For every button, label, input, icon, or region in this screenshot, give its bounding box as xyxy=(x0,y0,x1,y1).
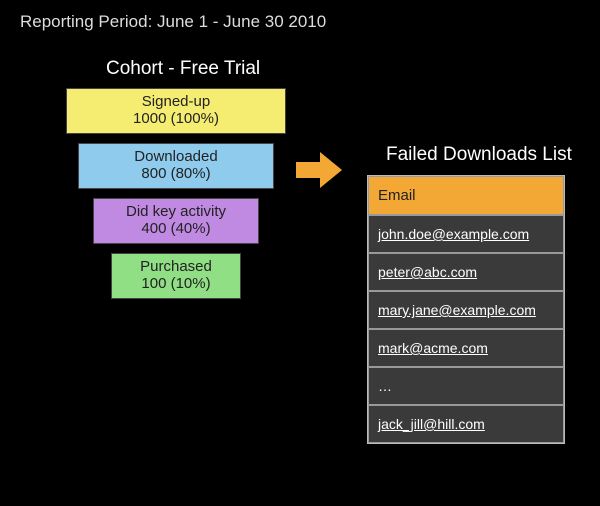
email-link[interactable]: mary.jane@example.com xyxy=(378,302,536,318)
funnel-bar-value: 400 (40%) xyxy=(94,220,258,237)
funnel-bar-value: 800 (80%) xyxy=(79,165,273,182)
arrow-icon xyxy=(296,150,344,190)
funnel-bar: Did key activity400 (40%) xyxy=(93,198,259,244)
table-row: peter@abc.com xyxy=(368,253,564,291)
email-link[interactable]: mark@acme.com xyxy=(378,340,488,356)
cohort-title: Cohort - Free Trial xyxy=(106,58,260,80)
funnel-bar-value: 1000 (100%) xyxy=(67,110,285,127)
table-row: … xyxy=(368,367,564,405)
table-row: mary.jane@example.com xyxy=(368,291,564,329)
table-header: Email xyxy=(368,176,564,215)
funnel-bar: Downloaded800 (80%) xyxy=(78,143,274,189)
email-link[interactable]: john.doe@example.com xyxy=(378,226,529,242)
email-link[interactable]: jack_jill@hill.com xyxy=(378,416,485,432)
email-link[interactable]: peter@abc.com xyxy=(378,264,477,280)
reporting-period: Reporting Period: June 1 - June 30 2010 xyxy=(20,12,326,32)
table-row: john.doe@example.com xyxy=(368,215,564,253)
table-row: mark@acme.com xyxy=(368,329,564,367)
funnel-bar-label: Purchased xyxy=(112,258,240,275)
funnel-bar: Signed-up1000 (100%) xyxy=(66,88,286,134)
funnel-bar-value: 100 (10%) xyxy=(112,275,240,292)
funnel-bar: Purchased100 (10%) xyxy=(111,253,241,299)
funnel-bar-label: Signed-up xyxy=(67,93,285,110)
table-row: jack_jill@hill.com xyxy=(368,405,564,443)
failed-downloads-table: Email john.doe@example.com peter@abc.com m… xyxy=(367,175,565,444)
ellipsis: … xyxy=(378,378,392,394)
funnel-bar-label: Downloaded xyxy=(79,148,273,165)
failed-list-title: Failed Downloads List xyxy=(386,144,572,166)
funnel-bar-label: Did key activity xyxy=(94,203,258,220)
